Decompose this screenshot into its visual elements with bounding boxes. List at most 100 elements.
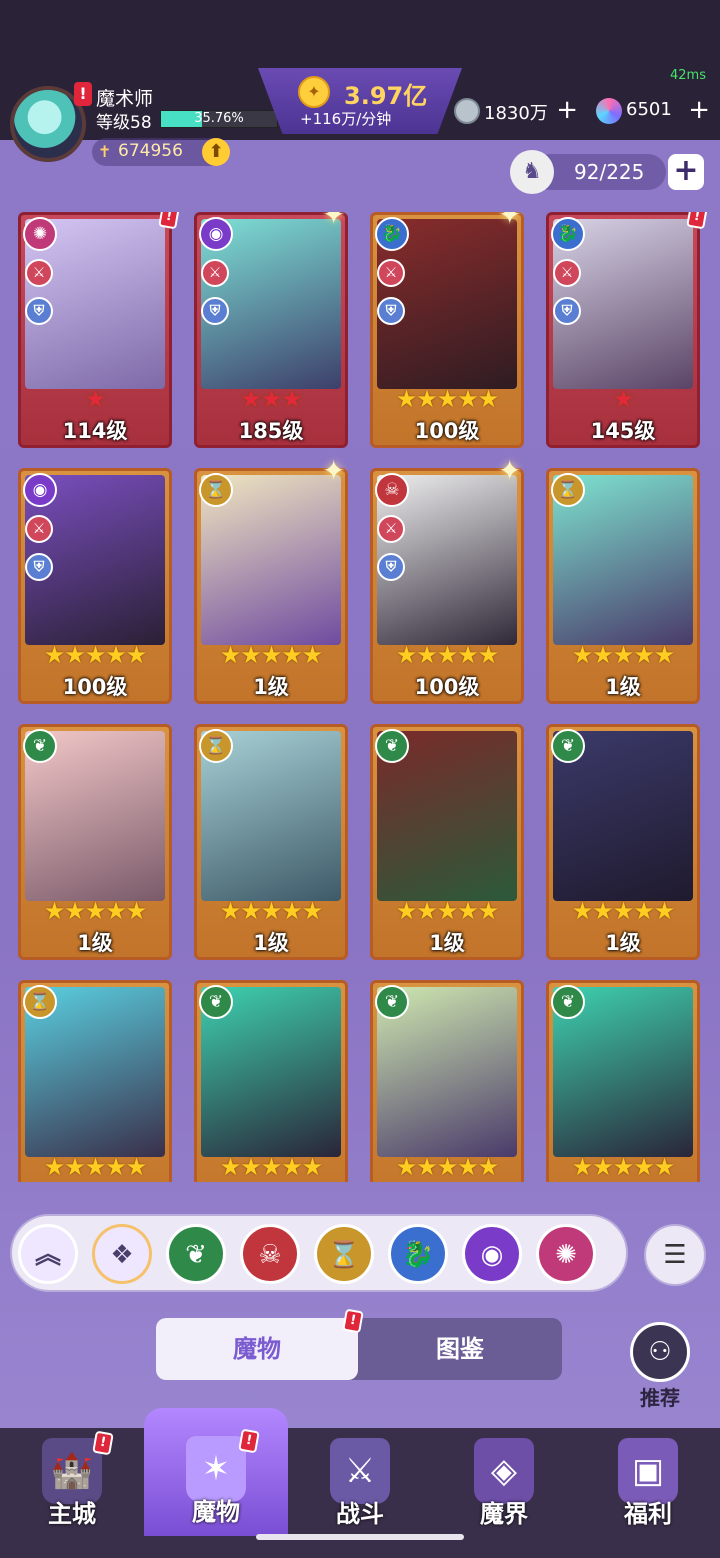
star-rating: ★ [84, 385, 107, 413]
dragon-faction-icon: 🐉 [551, 217, 585, 251]
tab-codex[interactable]: 图鉴 [358, 1318, 562, 1380]
attack-role-icon: ⚔ [377, 515, 405, 543]
monster-card[interactable]: ⌛ ★★★★★ 1级 [194, 724, 348, 960]
avatar-alert-icon: ! [74, 82, 92, 106]
star-rating: ★ [612, 385, 635, 413]
gem-icon [596, 98, 622, 124]
monster-card[interactable]: ❦ ★★★★★ [370, 980, 524, 1182]
attack-role-icon: ⚔ [553, 259, 581, 287]
filter-leaf-icon[interactable]: ❦ [166, 1224, 226, 1284]
sparkle-icon: ✦ [498, 454, 522, 487]
nav-alert-icon: ! [238, 1428, 260, 1454]
monster-level: 1级 [605, 675, 641, 699]
star-rating: ★★★★★ [395, 897, 500, 925]
attack-role-icon: ⚔ [25, 515, 53, 543]
nav-realm[interactable]: ◈ 魔界 [432, 1428, 576, 1538]
monster-card[interactable]: ❦ ★★★★★ 1级 [546, 724, 700, 960]
add-gem-button[interactable]: + [688, 96, 710, 124]
monster-card[interactable]: ❦ ★★★★★ 1级 [370, 724, 524, 960]
level-up-button[interactable]: ⬆ [202, 138, 230, 166]
tab-monsters[interactable]: 魔物 [156, 1318, 358, 1380]
spiral-faction-icon: ✺ [23, 217, 57, 251]
monster-card[interactable]: ◉ ⚔ ⛨ ★★★★★ 100级 [18, 468, 172, 704]
star-rating: ★★★★★ [571, 1153, 676, 1181]
expand-capacity-button[interactable]: + [668, 154, 704, 190]
filter-all-icon[interactable]: ❖ [92, 1224, 152, 1284]
leaf-faction-icon: ❦ [375, 985, 409, 1019]
nav-battle[interactable]: ⚔ 战斗 [288, 1428, 432, 1538]
gem-value: 6501 [626, 99, 672, 120]
attack-role-icon: ⚔ [377, 259, 405, 287]
leaf-faction-icon: ❦ [199, 985, 233, 1019]
filter-collapse-icon[interactable]: ︽ [18, 1224, 78, 1284]
monster-card[interactable]: ◉ ⚔ ⛨ ★★★ 185级 [194, 212, 348, 448]
defense-role-icon: ⛨ [25, 297, 53, 325]
recommend-button[interactable]: ⚇ [630, 1322, 690, 1382]
filter-hourglass-icon[interactable]: ⌛ [314, 1224, 374, 1284]
card-alert-icon: ! [158, 212, 180, 230]
monster-card[interactable]: ❦ ★★★★★ 1级 [18, 724, 172, 960]
star-rating: ★★★★★ [43, 1153, 148, 1181]
filter-demon-icon[interactable]: ☠ [240, 1224, 300, 1284]
add-silver-button[interactable]: + [556, 96, 578, 124]
silver-value: 1830万 [484, 103, 548, 124]
monster-card[interactable]: ✺ ⚔ ⛨ ★ 114级 [18, 212, 172, 448]
silver-coin-icon [454, 98, 480, 124]
defense-role-icon: ⛨ [553, 297, 581, 325]
filter-dragon-icon[interactable]: 🐉 [388, 1224, 448, 1284]
sort-button[interactable]: ☰ [644, 1224, 706, 1286]
monster-card[interactable]: 🐉 ⚔ ⛨ ★ 145级 [546, 212, 700, 448]
monster-card[interactable]: 🐉 ⚔ ⛨ ★★★★★ 100级 [370, 212, 524, 448]
attack-role-icon: ⚔ [201, 259, 229, 287]
player-name: 魔术师 [96, 88, 154, 110]
hourglass-faction-icon: ⌛ [23, 985, 57, 1019]
nav-label: 魔物 [192, 1498, 240, 1526]
monster-level: 100级 [62, 675, 128, 699]
attack-role-icon: ⚔ [25, 259, 53, 287]
nav-rewards[interactable]: ▣ 福利 [576, 1428, 720, 1538]
defense-role-icon: ⛨ [25, 553, 53, 581]
star-rating: ★★★★★ [43, 897, 148, 925]
monster-card[interactable]: ⌛ ★★★★★ 1级 [546, 468, 700, 704]
home-indicator [256, 1534, 464, 1540]
leaf-faction-icon: ❦ [551, 985, 585, 1019]
hourglass-faction-icon: ⌛ [199, 729, 233, 763]
nav-alert-icon: ! [92, 1430, 114, 1456]
sparkle-icon: ✦ [498, 212, 522, 231]
defense-role-icon: ⛨ [377, 553, 405, 581]
filter-eye-icon[interactable]: ◉ [462, 1224, 522, 1284]
nav-home[interactable]: 🏰 主城 [0, 1428, 144, 1538]
monster-level: 185级 [238, 419, 304, 443]
monster-card[interactable]: ☠ ⚔ ⛨ ★★★★★ 100级 [370, 468, 524, 704]
eye-faction-icon: ◉ [199, 217, 233, 251]
defense-role-icon: ⛨ [377, 297, 405, 325]
gold-coin-icon: ✦ [298, 76, 330, 108]
monster-level: 100级 [414, 675, 480, 699]
monster-level: 145级 [590, 419, 656, 443]
silver-resource: 1830万 + [454, 96, 578, 128]
nav-label: 魔界 [480, 1500, 528, 1528]
star-rating: ★★★★★ [395, 641, 500, 669]
monster-card[interactable]: ⌛ ★★★★★ 1级 [194, 468, 348, 704]
nav-monsters[interactable]: ✶ 魔物 [144, 1408, 288, 1536]
demon-faction-icon: ☠ [375, 473, 409, 507]
combat-power-value: 674956 [118, 141, 183, 161]
star-rating: ★★★ [240, 385, 303, 413]
player-level: 等级58 [96, 113, 152, 133]
leaf-faction-icon: ❦ [23, 729, 57, 763]
star-rating: ★★★★★ [395, 385, 500, 413]
filter-spiral-icon[interactable]: ✺ [536, 1224, 596, 1284]
monster-card[interactable]: ❦ ★★★★★ [546, 980, 700, 1182]
eye-faction-icon: ◉ [23, 473, 57, 507]
star-rating: ★★★★★ [571, 641, 676, 669]
star-rating: ★★★★★ [219, 897, 324, 925]
card-alert-icon: ! [686, 212, 708, 230]
star-rating: ★★★★★ [43, 641, 148, 669]
monster-grid: ✺ ⚔ ⛨ ★ 114级! ◉ ⚔ ⛨ ★★★ 185级 ✦ 🐉 ⚔ ⛨ ★★★★★ 100级 ✦ 🐉 ⚔ ⛨ ★ 145… [18, 212, 708, 1182]
dragon-faction-icon: 🐉 [375, 217, 409, 251]
monster-card[interactable]: ❦ ★★★★★ [194, 980, 348, 1182]
monster-level: 1级 [253, 931, 289, 955]
monster-card[interactable]: ⌛ ★★★★★ [18, 980, 172, 1182]
sparkle-icon: ✦ [322, 212, 346, 231]
xp-bar: 35.76% [160, 110, 278, 128]
